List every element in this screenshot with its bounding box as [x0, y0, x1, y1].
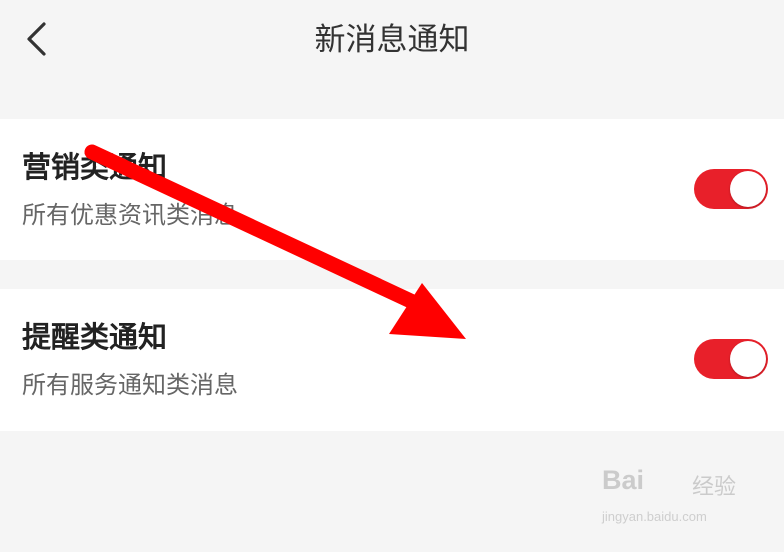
baidu-jingyan-watermark: Bai 经验 jingyan.baidu.com — [600, 463, 770, 535]
marketing-notification-row: 营销类通知 所有优惠资讯类消息 — [0, 119, 784, 260]
page-title: 新消息通知 — [314, 22, 470, 58]
marketing-notification-description: 所有优惠资讯类消息 — [22, 201, 238, 229]
reminder-notification-title: 提醒类通知 — [22, 320, 168, 354]
reminder-notification-toggle[interactable] — [694, 339, 768, 379]
marketing-notification-toggle[interactable] — [694, 169, 768, 209]
marketing-notification-title: 营销类通知 — [22, 150, 168, 184]
navigation-bar: 新消息通知 — [0, 0, 784, 88]
reminder-notification-description: 所有服务通知类消息 — [22, 371, 238, 399]
toggle-knob — [730, 171, 766, 207]
reminder-notification-row: 提醒类通知 所有服务通知类消息 — [0, 289, 784, 431]
watermark-url: jingyan.baidu.com — [602, 509, 707, 524]
toggle-knob — [730, 341, 766, 377]
watermark-brand: Bai — [602, 465, 645, 495]
watermark-brand-suffix: 经验 — [692, 475, 737, 500]
